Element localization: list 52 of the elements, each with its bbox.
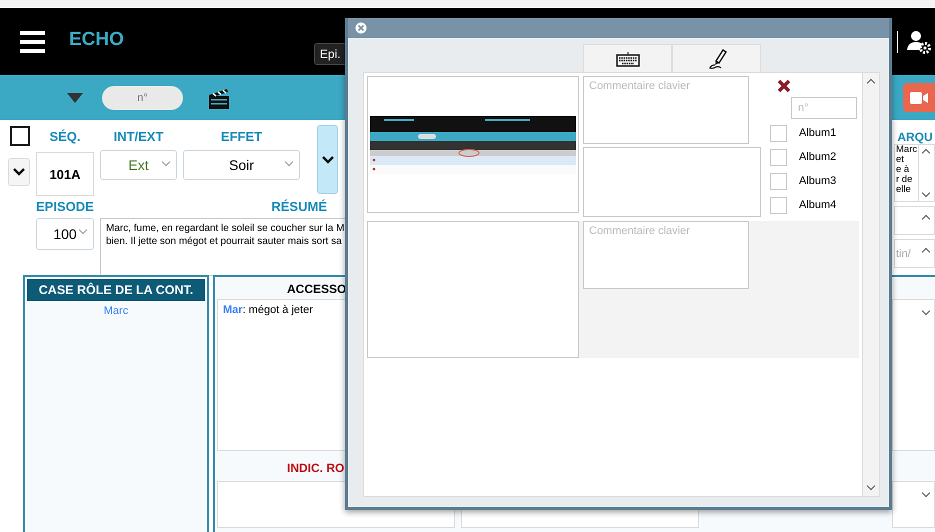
video-camera-button[interactable] <box>903 83 935 112</box>
sequence-checkbox[interactable] <box>10 126 30 146</box>
accessory-entry: Mar: mégot à jeter <box>223 304 314 316</box>
notes-text: Marc et e à r de elle <box>895 145 918 197</box>
summary-label: RÉSUMÉ <box>270 198 327 214</box>
scrollbar[interactable] <box>862 73 879 496</box>
notes-field[interactable] <box>892 299 935 451</box>
signature-field[interactable] <box>583 147 761 217</box>
album-checkbox[interactable] <box>770 172 787 190</box>
album-label: Album3 <box>799 175 836 187</box>
close-icon[interactable] <box>355 22 367 34</box>
sequence-number-field[interactable]: 101A <box>36 152 94 196</box>
album-checkbox[interactable] <box>770 124 787 142</box>
episode-label: EPISODE <box>36 198 94 214</box>
dropdown-triangle-icon[interactable] <box>67 92 83 102</box>
expand-button[interactable] <box>317 125 338 194</box>
video-camera-icon <box>910 92 928 104</box>
effect-label: EFFET <box>220 128 264 144</box>
chevron-down-icon <box>322 156 334 164</box>
user-settings-icon[interactable] <box>907 30 931 54</box>
number-field[interactable]: n° <box>102 86 183 110</box>
effect-select[interactable]: Soir <box>183 150 300 180</box>
tab[interactable] <box>672 44 761 72</box>
comment-field[interactable]: Commentaire clavier <box>583 221 749 289</box>
album-label: Album1 <box>799 127 836 139</box>
tab[interactable] <box>583 44 672 72</box>
album-label: Album4 <box>799 199 836 211</box>
app-title: ECHO <box>69 28 124 50</box>
accessories-heading: ACCESSO <box>286 281 348 298</box>
spinner-field[interactable] <box>894 206 935 235</box>
album-checkbox[interactable] <box>770 196 787 214</box>
photo-card[interactable] <box>367 76 579 213</box>
roles-heading: CASE RÔLE DE LA CONT. <box>27 279 205 301</box>
album-checkbox[interactable] <box>770 148 787 166</box>
keyboard-icon <box>616 50 640 66</box>
pen-icon <box>706 48 726 70</box>
sequence-label: SÉQ. <box>48 128 82 144</box>
episode-select[interactable]: 100 <box>36 218 94 250</box>
delete-icon[interactable] <box>777 79 791 93</box>
notes-field[interactable] <box>892 481 935 528</box>
side-heading: ARQU <box>897 130 933 144</box>
menu-icon[interactable] <box>20 30 45 52</box>
int-ext-select[interactable]: Ext <box>100 150 177 180</box>
chevron-down-icon <box>13 168 25 176</box>
episode-button[interactable]: Epi. <box>314 42 347 64</box>
indications-heading: INDIC. RO <box>286 460 346 477</box>
comment-field[interactable]: Commentaire clavier <box>583 76 749 144</box>
role-name[interactable]: Marc <box>27 305 205 317</box>
int-ext-label: INT/EXT <box>112 128 164 144</box>
number-field[interactable]: n° <box>791 97 857 119</box>
collapse-button[interactable] <box>8 158 30 186</box>
album-label: Album2 <box>799 151 836 163</box>
